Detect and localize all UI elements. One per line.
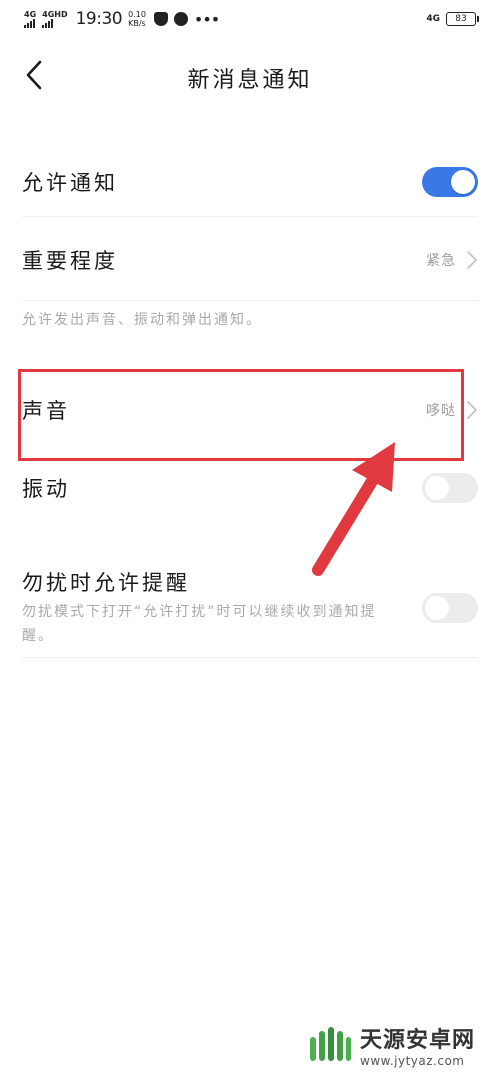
- dnd-reminder-label: 勿扰时允许提醒: [22, 571, 190, 595]
- notification-description: 允许发出声音、振动和弹出通知。: [22, 312, 262, 328]
- status-time: 19:30: [75, 9, 123, 29]
- network-type-hd-label: 4GHD: [42, 9, 68, 19]
- chevron-right-icon: [467, 251, 477, 269]
- watermark-name: 天源安卓网: [360, 1028, 476, 1053]
- network-speed-value: 0.10: [128, 10, 146, 19]
- vibration-toggle[interactable]: [422, 473, 478, 503]
- toggle-knob: [425, 476, 449, 500]
- sound-value: 哆哒: [426, 403, 456, 419]
- allow-notifications-label: 允许通知: [22, 171, 118, 195]
- allow-notifications-toggle[interactable]: [422, 167, 478, 197]
- importance-value: 紧急: [426, 253, 456, 269]
- vibration-row[interactable]: 振动: [22, 458, 478, 518]
- importance-row[interactable]: 重要程度 紧急: [22, 228, 478, 292]
- signal-hd-icon: 4GHD: [42, 9, 68, 28]
- battery-icon: 83: [446, 12, 479, 26]
- sound-row[interactable]: 声音 哆哒: [22, 378, 478, 442]
- chevron-right-icon: [467, 401, 477, 419]
- allow-notifications-row[interactable]: 允许通知: [22, 150, 478, 214]
- divider: [22, 657, 478, 658]
- toggle-knob: [451, 170, 475, 194]
- divider: [22, 300, 478, 301]
- page-title: 新消息通知: [187, 68, 313, 93]
- shield-icon: [153, 12, 168, 26]
- watermark: 天源安卓网 www.jytyaz.com: [308, 1020, 498, 1070]
- signal-icon: 4G: [24, 9, 37, 28]
- compass-icon: [173, 12, 188, 26]
- divider: [22, 216, 478, 217]
- dnd-reminder-row[interactable]: 勿扰时允许提醒: [22, 566, 478, 598]
- battery-level: 83: [455, 14, 467, 24]
- importance-label: 重要程度: [22, 249, 118, 273]
- android-logo-icon: [310, 1027, 351, 1061]
- more-dots-icon: •••: [193, 9, 220, 29]
- mobile-data-label: 4G: [426, 14, 440, 24]
- network-type-label: 4G: [24, 9, 37, 19]
- status-bar: 4G 4GHD 19:30 0.10 KB/s ••• 4G 83: [0, 0, 500, 38]
- dnd-reminder-toggle[interactable]: [422, 593, 478, 623]
- network-speed: 0.10 KB/s: [128, 10, 146, 28]
- sound-label: 声音: [22, 399, 70, 423]
- watermark-url: www.jytyaz.com: [360, 1054, 465, 1068]
- title-bar: 新消息通知: [0, 40, 500, 110]
- toggle-knob: [425, 596, 449, 620]
- network-speed-unit: KB/s: [128, 19, 146, 28]
- dnd-reminder-description: 勿扰模式下打开“允许打扰”时可以继续收到通知提醒。: [22, 604, 377, 644]
- vibration-label: 振动: [22, 477, 70, 501]
